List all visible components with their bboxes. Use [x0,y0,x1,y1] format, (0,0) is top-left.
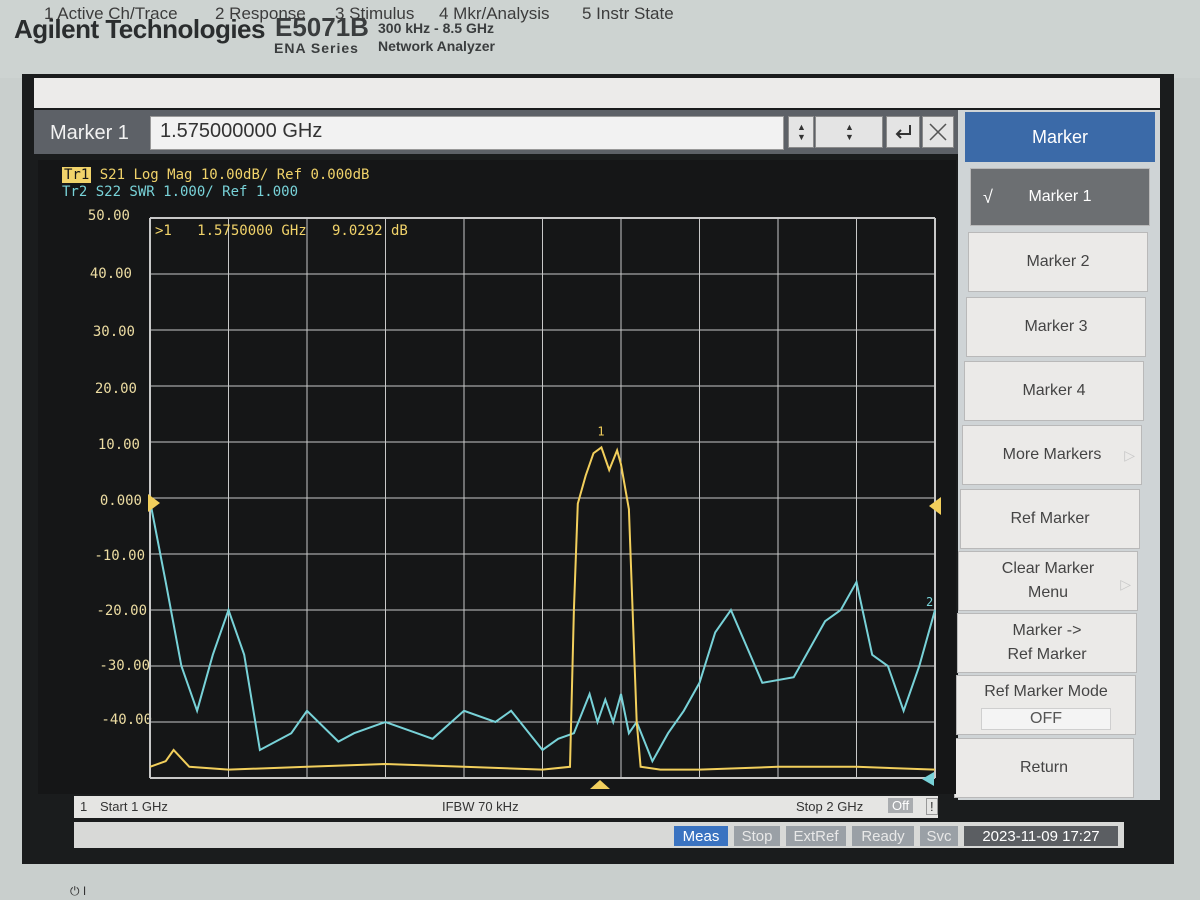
y-tick-label: -10.00 [94,548,145,564]
softkey-marker-3[interactable]: Marker 3 [966,297,1146,357]
enter-icon [895,125,911,139]
ready-indicator: Ready [852,826,914,846]
step-up-down-button[interactable]: ▲▼ [788,116,814,148]
menu-mkr-analysis[interactable]: 4 Mkr/Analysis [439,4,550,24]
softkey-marker-2[interactable]: Marker 2 [968,232,1148,292]
menu-bar [34,78,1160,108]
softkey-more-markers[interactable]: More Markers ▷ [962,425,1142,485]
softkey-label-line2: Menu [1027,584,1069,601]
start-frequency[interactable]: Start 1 GHz [100,799,168,814]
trace1-description: S21 Log Mag 10.00dB/ Ref 0.000dB [99,167,370,183]
softkey-marker-4[interactable]: Marker 4 [964,361,1144,421]
menu-stimulus[interactable]: 3 Stimulus [335,4,414,24]
y-tick-label: 0.000 [99,493,142,509]
warning-icon: ! [926,798,938,815]
menu-instr-state[interactable]: 5 Instr State [582,4,674,24]
y-tick-label: -20.00 [96,603,147,619]
date-time: 2023-11-09 17:27 [964,826,1118,846]
softkey-label: Marker 4 [1022,382,1086,399]
step-button[interactable]: ▲▼ [815,116,883,148]
y-tick-label: 10.00 [97,437,140,453]
trace1-header[interactable]: Tr1 S21 Log Mag 10.00dB/ Ref 0.000dB [62,167,369,183]
softkey-clear-marker-menu[interactable]: Clear Marker Menu ▷ [958,551,1138,611]
ifbw-setting[interactable]: IFBW 70 kHz [442,799,519,814]
softkey-label: Marker 1 [1028,188,1092,205]
up-down-arrows-icon: ▲▼ [796,122,807,142]
softkey-label-line2: Ref Marker [1007,646,1087,663]
extref-indicator: ExtRef [786,826,846,846]
softkey-label: Clear Marker [1001,560,1095,577]
marker-frequency-value[interactable]: 1.575000000 GHz [160,120,322,143]
menu-active-ch-trace[interactable]: 1 Active Ch/Trace [44,4,178,24]
softkey-label: Marker 3 [1024,318,1088,335]
analyzer-type: Network Analyzer [378,38,495,54]
y-tick-label: 40.00 [89,266,132,282]
y-tick-label: -40.00 [101,712,152,728]
stop-indicator: Stop [734,826,780,846]
enter-button[interactable] [886,116,920,148]
softkey-title: Marker [965,112,1155,162]
trace2-header[interactable]: Tr2 S22 SWR 1.000/ Ref 1.000 [62,184,298,200]
submenu-arrow-icon: ▷ [1120,576,1131,592]
submenu-arrow-icon: ▷ [1124,447,1135,463]
softkey-label: Ref Marker Mode [984,683,1108,700]
y-tick-label: -30.00 [99,658,150,674]
svc-indicator: Svc [920,826,958,846]
close-button[interactable] [922,116,954,148]
series-name: ENA Series [274,40,359,56]
y-tick-label: 50.00 [87,208,130,224]
softkey-label: Marker 2 [1026,253,1090,270]
stop-frequency[interactable]: Stop 2 GHz [796,799,863,814]
softkey-marker-1[interactable]: √ Marker 1 [970,168,1150,226]
plot-area [38,160,956,794]
marker-readout: >1 1.5750000 GHz 9.0292 dB [155,223,408,239]
menu-response[interactable]: 2 Response [215,4,306,24]
y-tick-label: 20.00 [94,381,137,397]
up-down-arrows-icon: ▲▼ [844,122,855,142]
softkey-ref-marker-mode[interactable]: Ref Marker Mode OFF [956,675,1136,735]
softkey-label: Return [1019,759,1069,776]
close-icon [929,123,947,141]
softkey-marker-to-ref[interactable]: Marker -> Ref Marker [957,613,1137,673]
softkey-ref-marker[interactable]: Ref Marker [960,489,1140,549]
softkey-label: Marker -> [1012,622,1082,639]
entry-label: Marker 1 [50,122,129,144]
softkey-label: More Markers [1002,446,1102,463]
y-tick-label: 30.00 [92,324,135,340]
meas-indicator: Meas [674,826,728,846]
ref-marker-mode-value: OFF [981,708,1111,730]
off-indicator: Off [888,798,914,813]
channel-number: 1 [80,799,88,814]
status-bar: 1 Start 1 GHz IFBW 70 kHz Stop 2 GHz Off… [74,796,938,818]
softkey-label: Ref Marker [1010,510,1090,527]
trace1-tag: Tr1 [62,167,92,183]
softkey-return[interactable]: Return [954,738,1134,798]
power-icon[interactable]: ⏻ I [70,884,86,899]
checkmark-icon: √ [983,187,993,207]
